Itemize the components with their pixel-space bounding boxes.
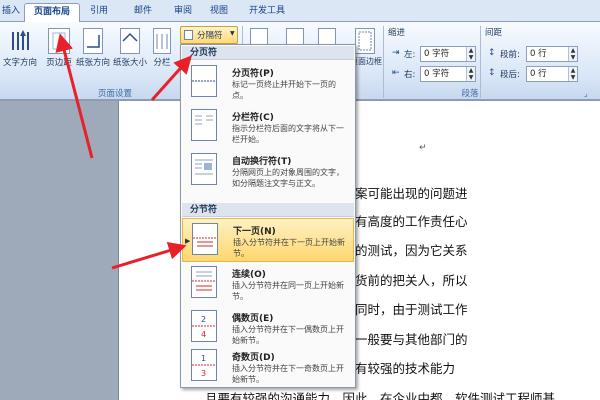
annotation-arrows [55, 33, 193, 270]
arrow-to-next-page-item [111, 241, 187, 270]
arrow-to-page-layout-tab [55, 33, 94, 159]
arrow-to-breaks-button [150, 55, 193, 102]
